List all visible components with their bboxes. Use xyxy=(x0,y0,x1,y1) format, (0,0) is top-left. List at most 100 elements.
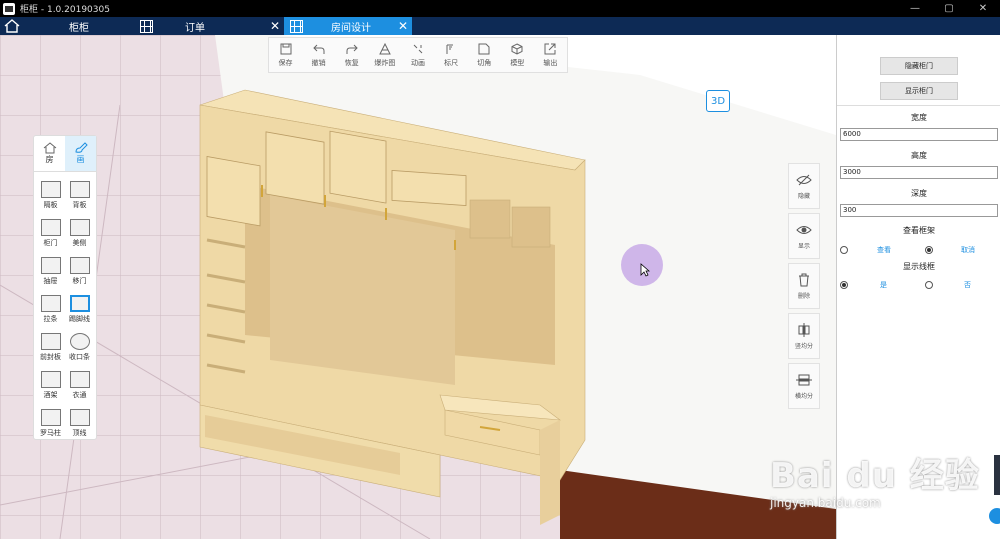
animation-icon xyxy=(413,44,423,53)
depth-input[interactable]: 300 xyxy=(840,204,998,217)
show-label: 显示 xyxy=(797,242,810,250)
tab-orders-close-icon[interactable]: ✕ xyxy=(266,19,284,33)
explode-button[interactable]: 爆炸图 xyxy=(368,38,401,72)
palette-item-roman-column[interactable]: 罗马柱 xyxy=(36,404,65,442)
show-door-button[interactable]: 显示柜门 xyxy=(880,82,958,100)
palette-item-label: 顶线 xyxy=(72,428,87,437)
palette-item-label: 拉条 xyxy=(43,314,58,323)
vertical-split-button[interactable]: 竖均分 xyxy=(788,313,820,359)
palette-item-strip[interactable]: 拉条 xyxy=(36,290,65,328)
palette-item-label: 衣通 xyxy=(72,390,87,399)
maximize-button[interactable]: ▢ xyxy=(932,0,966,17)
hide-door-button[interactable]: 隐藏柜门 xyxy=(880,57,958,75)
horizontal-split-button[interactable]: 横均分 xyxy=(788,363,820,409)
title-bar: 柜柜 - 1.0.20190305 — ▢ ✕ xyxy=(0,0,1000,17)
palette-item-cabinet-door[interactable]: 柜门 xyxy=(36,214,65,252)
eye-off-icon xyxy=(796,174,812,185)
divider xyxy=(837,105,1000,106)
palette-item-edge-strip[interactable]: 收口条 xyxy=(65,328,94,366)
palette-tab-draw-label: 画 xyxy=(76,155,85,164)
palette-item-label: 柜门 xyxy=(43,238,58,247)
redo-button[interactable]: 恢复 xyxy=(335,38,368,72)
height-input[interactable]: 3000 xyxy=(840,166,998,179)
palette-item-label: 隔板 xyxy=(43,200,58,209)
palette-item-wine-rack[interactable]: 酒架 xyxy=(36,366,65,404)
undo-button[interactable]: 撤销 xyxy=(302,38,335,72)
close-window-button[interactable]: ✕ xyxy=(966,0,1000,17)
save-label: 保存 xyxy=(278,58,293,67)
palette-item-back-panel[interactable]: 背板 xyxy=(65,176,94,214)
front-panel-icon xyxy=(40,332,61,350)
ruler-button[interactable]: 标尺 xyxy=(435,38,468,72)
view-frame-radio-cancel[interactable] xyxy=(925,246,933,254)
model-label: 模型 xyxy=(510,58,525,67)
design-toolbar: 保存 撤销 恢复 爆炸图 动画 标尺 切角 模型 输出 xyxy=(268,37,568,73)
show-button[interactable]: 显示 xyxy=(788,213,820,259)
palette-item-drawer[interactable]: 抽屉 xyxy=(36,252,65,290)
palette-item-hanging-rod[interactable]: 衣通 xyxy=(65,366,94,404)
watermark-main: Bai du 经验 xyxy=(770,456,980,496)
cabinet-door-icon xyxy=(40,218,61,236)
view-frame-radio-view[interactable] xyxy=(840,246,848,254)
save-button[interactable]: 保存 xyxy=(269,38,302,72)
save-icon xyxy=(280,43,292,54)
help-icon[interactable] xyxy=(989,508,1000,524)
home-icon[interactable] xyxy=(0,17,24,35)
chamfer-button[interactable]: 切角 xyxy=(468,38,501,72)
skirting-icon xyxy=(69,294,90,312)
wireframe-radio-no[interactable] xyxy=(925,281,933,289)
drawer-icon xyxy=(40,256,61,274)
view-frame-option-view: 查看 xyxy=(877,246,891,254)
grid-icon xyxy=(290,19,303,33)
palette-item-label: 移门 xyxy=(72,276,87,285)
model-button[interactable]: 模型 xyxy=(501,38,534,72)
baidu-watermark: Bai du 经验 jingyan.baidu.com xyxy=(770,430,990,520)
minimize-button[interactable]: — xyxy=(898,0,932,17)
palette-item-partition[interactable]: 隔板 xyxy=(36,176,65,214)
palette-item-side[interactable]: 美侧 xyxy=(65,214,94,252)
crown-molding-icon xyxy=(69,408,90,426)
wine-rack-icon xyxy=(40,370,61,388)
chamfer-icon xyxy=(478,43,490,54)
show-wireframe-label: 显示线框 xyxy=(903,262,935,271)
palette-tab-room[interactable]: 房 xyxy=(34,136,65,171)
palette-item-skirting[interactable]: 踢脚线 xyxy=(65,290,94,328)
grid-icon xyxy=(140,19,153,33)
undo-label: 撤销 xyxy=(311,58,326,67)
object-tools: 隐藏 显示 删除 竖均分 横均分 xyxy=(788,163,820,413)
hide-label: 隐藏 xyxy=(797,192,810,200)
delete-button[interactable]: 删除 xyxy=(788,263,820,309)
view-frame-label: 查看框架 xyxy=(903,226,935,235)
palette-item-sliding-door[interactable]: 移门 xyxy=(65,252,94,290)
palette-item-label: 前封板 xyxy=(40,352,61,361)
width-input[interactable]: 6000 xyxy=(840,128,998,141)
palette-item-crown-molding[interactable]: 顶线 xyxy=(65,404,94,442)
palette-item-label: 踢脚线 xyxy=(69,314,90,323)
tab-cabinet[interactable]: 柜柜 xyxy=(24,17,134,35)
tab-room-design[interactable]: 房间设计 ✕ xyxy=(284,17,412,35)
partition-icon xyxy=(40,180,61,198)
tab-room-design-close-icon[interactable]: ✕ xyxy=(394,19,412,33)
edge-strip-icon xyxy=(69,332,90,350)
export-button[interactable]: 输出 xyxy=(534,38,567,72)
view-3d-button[interactable]: 3D xyxy=(706,90,730,112)
palette-item-label: 抽屉 xyxy=(43,276,58,285)
window-title: 柜柜 - 1.0.20190305 xyxy=(20,5,110,15)
chamfer-label: 切角 xyxy=(477,58,492,67)
animation-label: 动画 xyxy=(410,58,425,67)
wireframe-radio-yes[interactable] xyxy=(840,281,848,289)
animation-button[interactable]: 动画 xyxy=(401,38,434,72)
tab-orders[interactable]: 订单 ✕ xyxy=(134,17,284,35)
component-palette: 房 画 隔板 背板 柜门 美侧 抽屉 移门 拉条 踢脚线 前封板 收口条 酒架 … xyxy=(33,135,97,440)
delete-label: 删除 xyxy=(797,292,810,300)
palette-item-label: 背板 xyxy=(72,200,87,209)
watermark-url: jingyan.baidu.com xyxy=(770,496,881,510)
width-label: 宽度 xyxy=(911,113,927,122)
height-label: 高度 xyxy=(911,151,927,160)
hide-button[interactable]: 隐藏 xyxy=(788,163,820,209)
side-handle[interactable] xyxy=(994,455,1000,495)
palette-item-front-panel[interactable]: 前封板 xyxy=(36,328,65,366)
vertical-split-label: 竖均分 xyxy=(794,342,813,350)
view-frame-option-cancel: 取消 xyxy=(961,246,975,254)
palette-tab-draw[interactable]: 画 xyxy=(65,136,96,171)
